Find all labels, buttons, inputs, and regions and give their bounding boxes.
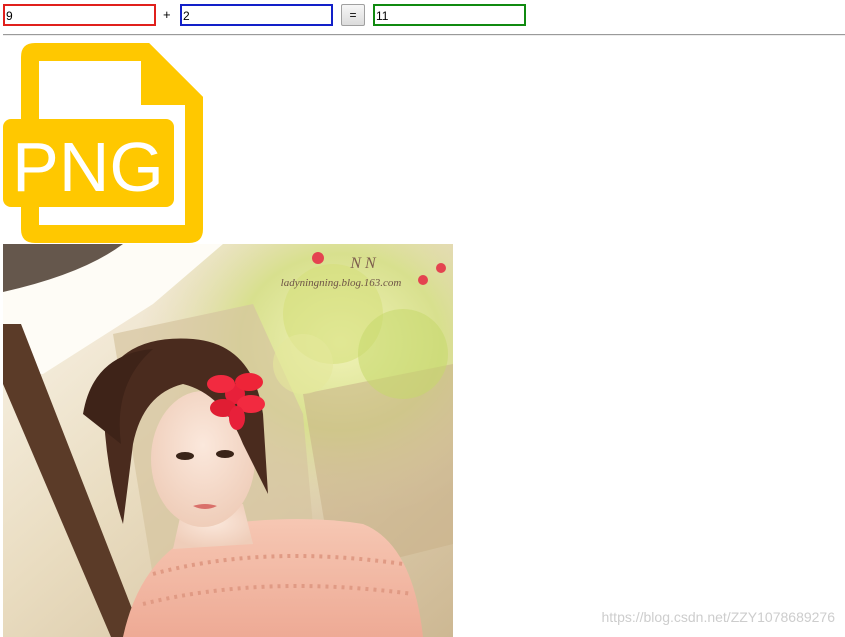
operand-b-input[interactable]: [180, 4, 333, 26]
photo-caption: ladyningning.blog.163.com: [281, 277, 402, 289]
photo-monogram: N N: [349, 255, 377, 272]
plus-operator: +: [163, 7, 171, 22]
result-input[interactable]: [373, 4, 526, 26]
equals-button[interactable]: =: [341, 4, 365, 26]
watermark-url: https://blog.csdn.net/ZZY1078689276: [601, 609, 836, 625]
operand-a-input[interactable]: [3, 4, 156, 26]
png-file-icon: PNG: [3, 43, 204, 244]
portrait-photo: N N ladyningning.blog.163.com: [3, 244, 453, 637]
png-icon-label: PNG: [12, 128, 164, 206]
horizontal-divider: [3, 34, 845, 36]
page: + = PNG: [0, 0, 845, 637]
